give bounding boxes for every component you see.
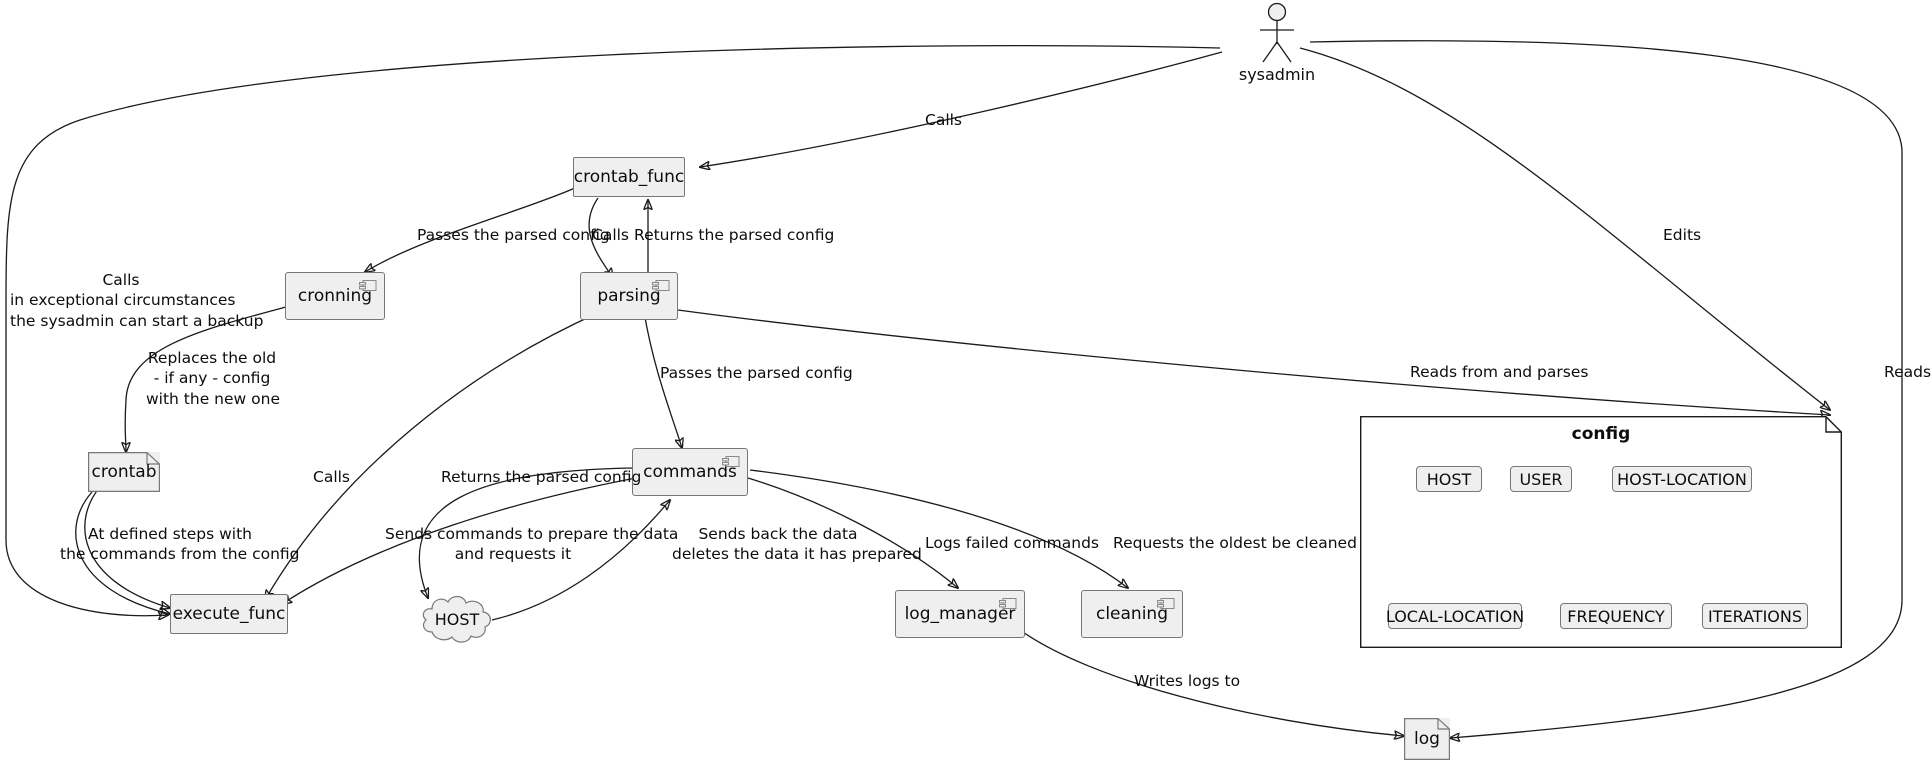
chip-cfg-user-label: USER bbox=[1519, 469, 1563, 489]
edge-label-sends-commands-line1: Sends commands to prepare the data bbox=[385, 525, 679, 543]
edge-label-calls-exceptional-line2: in exceptional circumstances bbox=[10, 291, 236, 310]
package-config[interactable]: config HOST USER HOST-LOCATION LOCAL-LOC… bbox=[1360, 416, 1842, 648]
chip-cfg-local-location[interactable]: LOCAL-LOCATION bbox=[1385, 603, 1525, 629]
edge-sysadmin-config-edits bbox=[1299, 47, 1830, 410]
edge-label-returns-parsed-config-parsing: Returns the parsed config bbox=[634, 226, 835, 244]
chip-cfg-iterations[interactable]: ITERATIONS bbox=[1702, 603, 1808, 629]
artifact-log[interactable]: log bbox=[1404, 718, 1450, 760]
edge-label-writes-logs-to: Writes logs to bbox=[1134, 672, 1241, 690]
component-icon bbox=[652, 280, 670, 291]
edge-host-commands bbox=[491, 500, 670, 621]
chip-cfg-user[interactable]: USER bbox=[1510, 466, 1572, 492]
chip-cfg-host-label: HOST bbox=[1426, 469, 1472, 489]
chip-cfg-host-location[interactable]: HOST-LOCATION bbox=[1612, 466, 1752, 492]
edge-sysadmin-execute_func-calls bbox=[5, 45, 1221, 616]
node-cleaning[interactable]: cleaning bbox=[1081, 590, 1183, 638]
edge-label-calls-exceptional: Calls in exceptional circumstances the s… bbox=[10, 270, 264, 331]
artifact-crontab-label: crontab bbox=[91, 462, 157, 482]
diagram-canvas: sysadmin crontab_func cronning parsing c… bbox=[0, 0, 1932, 760]
node-commands[interactable]: commands bbox=[632, 448, 748, 496]
edge-sysadmin-crontab_func bbox=[700, 51, 1223, 167]
edge-parsing-commands bbox=[643, 311, 682, 448]
edge-label-reads-from-and-parses: Reads from and parses bbox=[1410, 363, 1589, 381]
edge-parsing-config bbox=[677, 309, 1830, 415]
actor-sysadmin[interactable]: sysadmin bbox=[1222, 2, 1332, 84]
actor-stick-figure-icon bbox=[1260, 2, 1294, 63]
edge-cronning-crontab bbox=[125, 306, 287, 452]
edge-label-reads: Reads bbox=[1884, 363, 1932, 381]
edge-label-calls-exceptional-line1: Calls bbox=[102, 271, 140, 289]
edge-commands-cleaning bbox=[749, 469, 1128, 588]
edge-label-requests-oldest-cleaned: Requests the oldest be cleaned bbox=[1113, 534, 1357, 552]
node-log_manager[interactable]: log_manager bbox=[895, 590, 1025, 638]
actor-label: sysadmin bbox=[1238, 65, 1316, 84]
edge-label-passes-parsed-config-commands: Passes the parsed config bbox=[660, 364, 853, 382]
chip-cfg-local-location-label: LOCAL-LOCATION bbox=[1385, 606, 1525, 626]
chip-cfg-iterations-label: ITERATIONS bbox=[1708, 606, 1802, 626]
component-icon bbox=[359, 280, 377, 291]
node-crontab_func-label: crontab_func bbox=[573, 167, 685, 187]
edge-label-passes-parsed-config-cronning: Passes the parsed config bbox=[417, 226, 610, 244]
edge-label-calls-crontab_func-parsing: Calls bbox=[592, 226, 630, 244]
edge-parsing-execute_func-calls bbox=[265, 311, 601, 600]
edge-label-replaces-line1: Replaces the old bbox=[147, 349, 277, 367]
edge-label-returns-parsed-config-commands: Returns the parsed config bbox=[441, 468, 642, 486]
chip-cfg-frequency-label: FREQUENCY bbox=[1567, 606, 1665, 626]
edge-label-at-defined-steps-line1: At defined steps with bbox=[87, 525, 252, 543]
edge-crontab-execute_func-2 bbox=[75, 491, 170, 614]
node-cronning[interactable]: cronning bbox=[285, 272, 385, 320]
cloud-host-label: HOST bbox=[434, 609, 480, 629]
node-crontab_func[interactable]: crontab_func bbox=[573, 157, 685, 197]
node-parsing[interactable]: parsing bbox=[580, 272, 678, 320]
cloud-host[interactable]: HOST bbox=[418, 592, 496, 646]
edge-label-edits: Edits bbox=[1663, 226, 1702, 244]
edge-commands-execute_func bbox=[282, 477, 637, 604]
edge-label-replaces-line3: with the new one bbox=[146, 389, 280, 408]
edge-crontab_func-cronning bbox=[365, 187, 576, 272]
edge-label-at-defined-steps-line2: the commands from the config bbox=[60, 545, 300, 564]
node-execute_func[interactable]: execute_func bbox=[170, 594, 288, 634]
artifact-log-label: log bbox=[1414, 729, 1440, 749]
chip-cfg-host-location-label: HOST-LOCATION bbox=[1617, 469, 1747, 489]
chip-cfg-frequency[interactable]: FREQUENCY bbox=[1560, 603, 1672, 629]
edge-label-at-defined-steps: At defined steps with the commands from … bbox=[60, 524, 300, 565]
edge-crontab-execute_func bbox=[84, 486, 170, 608]
edge-commands-host bbox=[418, 467, 637, 598]
edge-log_manager-log bbox=[1019, 629, 1404, 736]
edge-label-replaces-config: Replaces the old - if any - config with … bbox=[146, 348, 280, 409]
edge-label-calls-sysadmin-crontab_func: Calls bbox=[925, 111, 963, 129]
edge-label-calls-parsing-execute_func: Calls bbox=[313, 468, 351, 486]
edge-label-logs-failed-commands: Logs failed commands bbox=[925, 534, 1099, 552]
component-icon bbox=[722, 456, 740, 467]
package-config-title: config bbox=[1571, 424, 1631, 444]
artifact-crontab[interactable]: crontab bbox=[88, 452, 160, 492]
edge-label-sends-commands-line2: and requests it bbox=[454, 545, 572, 564]
edge-label-replaces-line2: - if any - config bbox=[153, 369, 271, 388]
edge-label-sends-back-data: Sends back the data deletes the data it … bbox=[672, 524, 922, 565]
component-icon bbox=[1157, 598, 1175, 609]
edge-label-sends-back-line1: Sends back the data bbox=[698, 525, 858, 543]
chip-cfg-host[interactable]: HOST bbox=[1416, 466, 1482, 492]
edge-label-sends-commands: Sends commands to prepare the data and r… bbox=[385, 524, 679, 565]
edge-label-calls-exceptional-line3: the sysadmin can start a backup bbox=[10, 311, 264, 330]
edge-commands-log_manager bbox=[747, 477, 958, 588]
edge-crontab_func-parsing-calls bbox=[588, 197, 613, 278]
edge-label-sends-back-line2: deletes the data it has prepared bbox=[672, 545, 922, 564]
node-execute_func-label: execute_func bbox=[172, 604, 286, 624]
component-icon bbox=[999, 598, 1017, 609]
